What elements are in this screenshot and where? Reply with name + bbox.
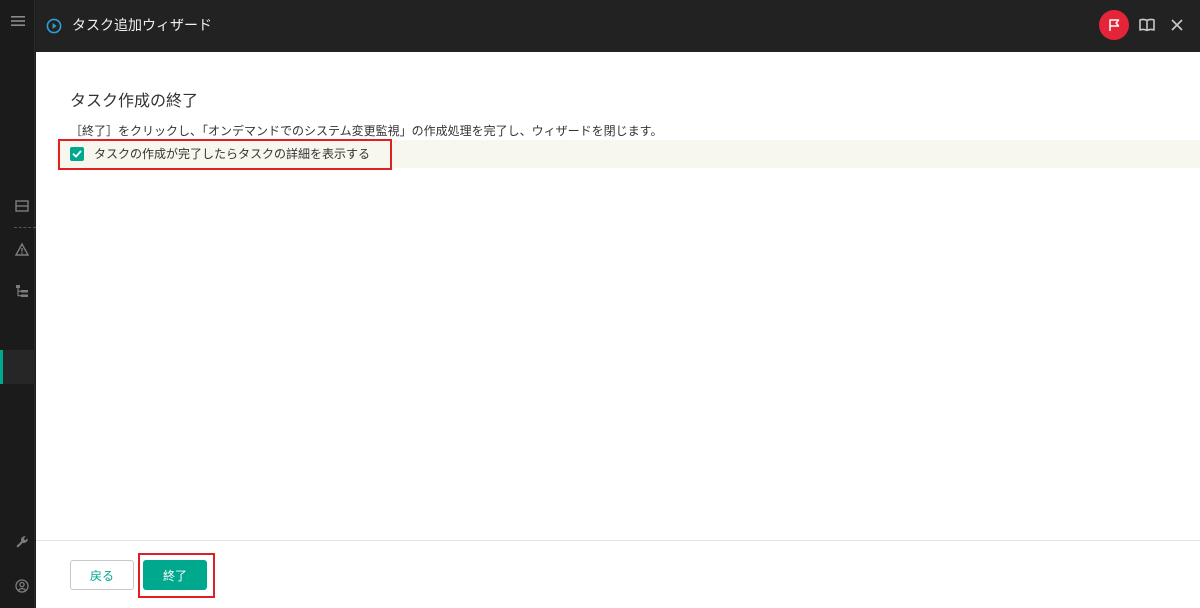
warning-icon[interactable] — [8, 240, 35, 258]
close-icon[interactable] — [1168, 16, 1186, 34]
list-icon[interactable] — [8, 196, 35, 216]
sidebar-active-indicator — [0, 350, 3, 384]
wizard-title: タスク追加ウィザード — [72, 18, 212, 34]
play-circle-icon — [46, 18, 62, 34]
user-icon[interactable] — [8, 576, 35, 596]
wrench-icon[interactable] — [8, 532, 35, 552]
flag-button[interactable] — [1099, 10, 1129, 40]
app-sidebar — [0, 0, 36, 608]
wizard-titlebar: タスク追加ウィザード — [36, 0, 1200, 52]
page-description: ［終了］をクリックし、「オンデマンドでのシステム変更監視」の作成処理を完了し、ウ… — [70, 124, 663, 138]
book-icon[interactable] — [1138, 16, 1156, 34]
sidebar-active-item[interactable] — [0, 350, 35, 384]
task-wizard-dialog: タスク追加ウィザード タスク作成の終了 ［終了］をクリックし、「オンデマンドでの… — [36, 0, 1200, 608]
hierarchy-icon[interactable] — [8, 282, 35, 300]
page-title: タスク作成の終了 — [70, 91, 199, 110]
finish-highlight-frame — [138, 553, 215, 598]
sidebar-divider — [14, 227, 36, 228]
back-button[interactable]: 戻る — [70, 560, 134, 590]
flag-icon — [1107, 18, 1121, 32]
checkbox-highlight-frame — [58, 139, 392, 170]
menu-icon[interactable] — [0, 10, 35, 32]
